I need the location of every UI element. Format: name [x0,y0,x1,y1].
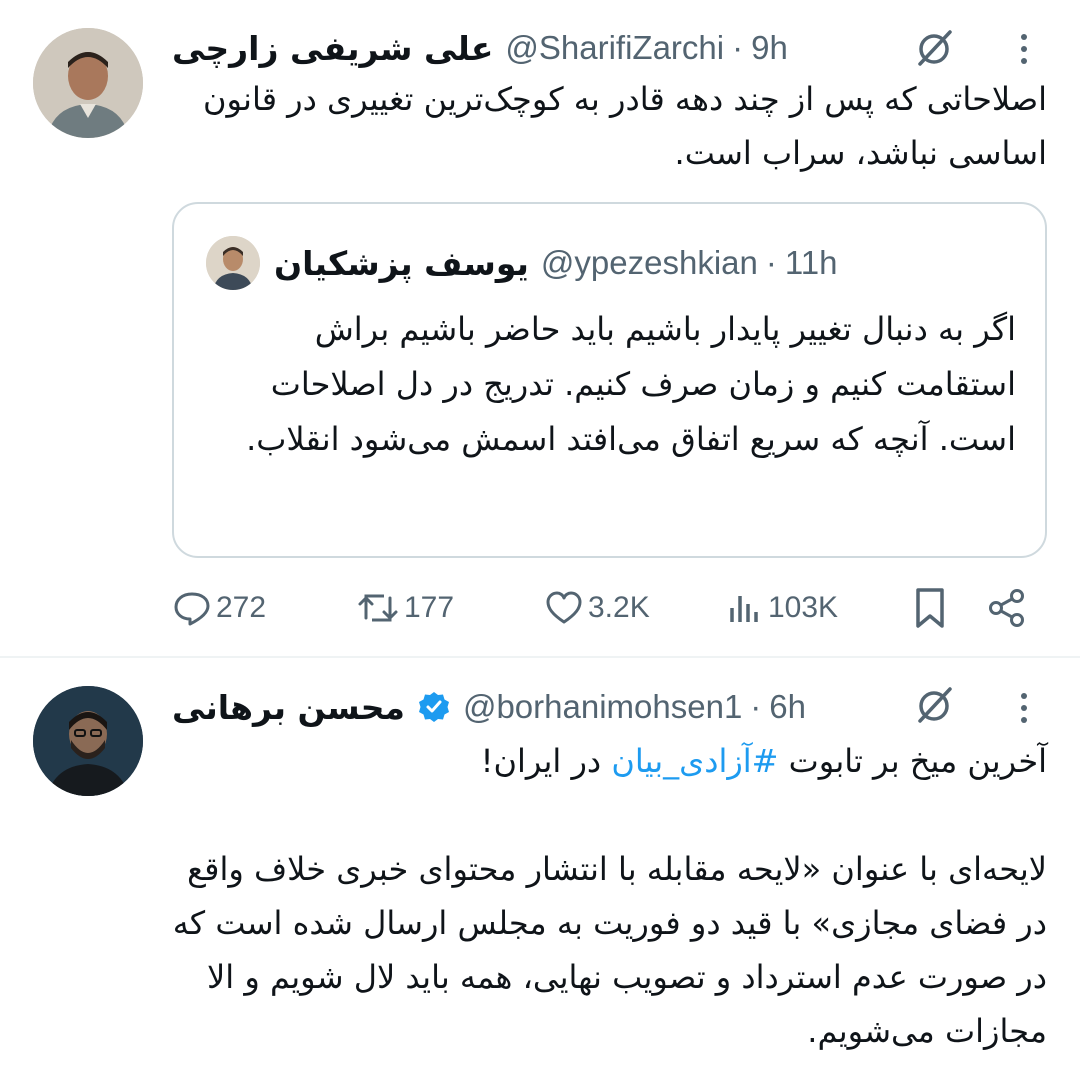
timestamp[interactable]: 6h [769,688,806,726]
repost-count: 177 [404,591,455,624]
tweet-text: اصلاحاتی که پس از چند دهه قادر به کوچک‌ت… [203,80,1047,172]
share-icon [989,589,1024,627]
quoted-avatar [206,236,260,290]
hashtag-link[interactable]: #آزادی_بیان [611,742,778,780]
quoted-tweet-text: اگر به دنبال تغییر پایدار باشیم باید حاض… [246,310,1016,458]
bar-chart-icon [730,596,758,622]
view-count: 103K [768,591,839,624]
slashed-circle-icon[interactable] [912,26,956,70]
timestamp[interactable]: 9h [751,29,788,67]
tweet-header: محسن برهانی @borhanimohsen1 · 6h [172,682,806,732]
speech-bubble-icon [174,592,210,626]
separator: · [732,29,744,66]
tweet[interactable]: محسن برهانی @borhanimohsen1 · 6h آخرین م… [0,658,1080,1075]
like-button[interactable]: 3.2K [544,582,650,634]
repost-arrows-icon [358,594,398,622]
share-button[interactable] [986,582,1032,634]
verified-badge-icon[interactable] [417,690,451,724]
avatar[interactable] [33,686,143,796]
author-name[interactable]: محسن برهانی [172,688,405,727]
author-handle[interactable]: @SharifiZarchi [505,29,724,67]
slashed-circle-icon[interactable] [912,683,956,727]
quoted-tweet-header: یوسف پزشکیان @ypezeshkian · 11h [206,236,838,290]
bookmark-icon [916,588,944,628]
views-button[interactable]: 103K [724,582,838,634]
bookmark-button[interactable] [910,582,954,634]
like-count: 3.2K [588,591,650,624]
author-name[interactable]: علی شریفی زارچی [172,29,493,68]
heart-icon [546,591,582,624]
tweet-text: در ایران! [480,742,612,780]
avatar[interactable] [33,28,143,138]
reply-count: 272 [216,591,267,624]
tweet-header: علی شریفی زارچی @SharifiZarchi · 9h [172,23,788,73]
quoted-tweet[interactable]: یوسف پزشکیان @ypezeshkian · 11h اگر به د… [172,202,1047,558]
author-handle[interactable]: @borhanimohsen1 [463,688,742,726]
tweet-text: آخرین میخ بر تابوت [778,742,1047,780]
action-bar: 272 177 3.2K 103K [172,582,1042,634]
vertical-ellipsis-icon[interactable] [1019,32,1029,66]
repost-button[interactable]: 177 [356,582,454,634]
quoted-author-name[interactable]: یوسف پزشکیان [274,244,529,283]
vertical-ellipsis-icon[interactable] [1019,691,1029,725]
quoted-author-handle[interactable]: @ypezeshkian [541,244,758,282]
tweet[interactable]: علی شریفی زارچی @SharifiZarchi · 9h اصلا… [0,0,1080,658]
separator: · [765,244,777,281]
tweet-paragraph: لایحه‌ای با عنوان «لایحه مقابله با انتشا… [172,850,1047,1050]
reply-button[interactable]: 272 [172,582,266,634]
quoted-timestamp[interactable]: 11h [785,244,838,282]
tweet-text-line: آخرین میخ بر تابوت #آزادی_بیان در ایران! [172,734,1047,788]
separator: · [750,688,762,725]
